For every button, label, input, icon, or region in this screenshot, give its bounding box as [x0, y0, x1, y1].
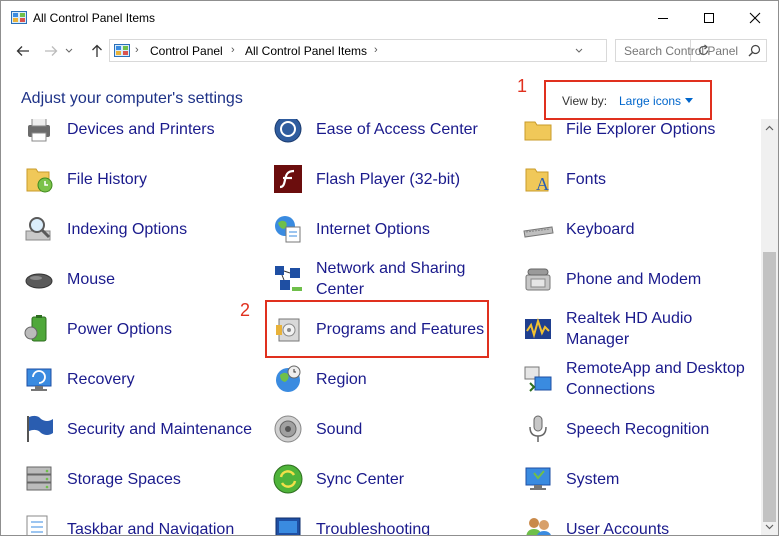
folder-options-icon [522, 119, 554, 145]
item-label: Recovery [67, 371, 135, 388]
recent-locations-button[interactable] [63, 40, 75, 62]
breadcrumb-all-items[interactable]: All Control Panel Items [245, 44, 367, 58]
item-label: Speech Recognition [566, 421, 710, 438]
item-label: Devices and Printers [67, 121, 215, 138]
mouse-icon [23, 263, 55, 295]
item-label: File History [67, 171, 148, 188]
chevron-down-icon [65, 48, 73, 53]
sync-icon [272, 463, 304, 495]
address-dropdown-button[interactable] [572, 43, 586, 59]
item-label: Fonts [566, 171, 607, 188]
up-arrow-icon [92, 44, 102, 57]
internet-options-icon [272, 213, 304, 245]
speaker-icon [272, 413, 304, 445]
security-flag-icon [23, 413, 55, 445]
maximize-button[interactable] [686, 1, 732, 35]
breadcrumb-control-panel[interactable]: Control Panel [150, 44, 223, 58]
realtek-icon [522, 313, 554, 345]
indexing-icon [23, 213, 55, 245]
item-label: Realtek HD Audio Manager [566, 310, 693, 348]
item-label: File Explorer Options [566, 121, 716, 138]
page-title: Adjust your computer's settings [21, 90, 243, 107]
search-icon [748, 44, 761, 62]
item-label: User Accounts [566, 521, 670, 536]
item-label: System [566, 471, 620, 488]
maximize-icon [704, 13, 714, 23]
address-row: › Control Panel › All Control Panel Item… [1, 36, 778, 66]
flash-icon [272, 163, 304, 195]
fonts-icon: A [522, 163, 554, 195]
users-icon [522, 513, 554, 535]
scroll-up-button[interactable] [761, 119, 778, 136]
printer-icon [23, 119, 55, 145]
annotation-box-view-by [544, 80, 712, 120]
item-label: Indexing Options [67, 221, 188, 238]
item-label: Sync Center [316, 471, 405, 488]
close-button[interactable] [732, 1, 778, 35]
vertical-scrollbar[interactable] [761, 119, 778, 535]
item-label: Mouse [67, 271, 116, 288]
back-arrow-icon [16, 46, 29, 56]
chevron-up-icon [765, 125, 774, 130]
item-label: Flash Player (32-bit) [316, 171, 461, 188]
control-panel-items: Devices and Printers Ease of Access Cent… [1, 119, 761, 536]
control-panel-icon [114, 44, 130, 57]
chevron-down-icon [575, 48, 583, 53]
storage-icon [23, 463, 55, 495]
scroll-down-button[interactable] [761, 518, 778, 535]
back-button[interactable] [13, 40, 33, 62]
title-bar: All Control Panel Items [1, 1, 778, 35]
item-label: Keyboard [566, 221, 635, 238]
annotation-number-1: 1 [517, 76, 528, 96]
item-label: Power Options [67, 321, 172, 338]
control-panel-icon [11, 11, 27, 24]
remoteapp-icon [522, 363, 554, 395]
minimize-button[interactable] [640, 1, 686, 35]
item-label: Ease of Access Center [316, 121, 478, 138]
item-label: Programs and Features [316, 321, 485, 338]
forward-button[interactable] [41, 40, 61, 62]
search-input[interactable]: Search Control Panel [615, 39, 767, 62]
item-label: Phone and Modem [566, 271, 702, 288]
window-title: All Control Panel Items [33, 11, 156, 25]
keyboard-icon [522, 213, 554, 245]
system-icon [522, 463, 554, 495]
network-icon [272, 263, 304, 295]
item-label: Security and Maintenance [67, 421, 252, 438]
up-button[interactable] [87, 40, 107, 62]
file-history-icon [23, 163, 55, 195]
microphone-icon [522, 413, 554, 445]
taskbar-icon [23, 513, 55, 535]
forward-arrow-icon [45, 46, 58, 56]
item-label: Network and Sharing Center [316, 260, 466, 298]
search-placeholder: Search Control Panel [624, 44, 739, 58]
close-icon [749, 12, 761, 24]
item-label: RemoteApp and Desktop Connections [566, 360, 745, 398]
item-label: Internet Options [316, 221, 430, 238]
programs-icon [272, 313, 304, 345]
address-bar[interactable]: › Control Panel › All Control Panel Item… [109, 39, 708, 62]
recovery-icon [23, 363, 55, 395]
item-label: Sound [316, 421, 363, 438]
svg-text:A: A [536, 174, 549, 194]
item-label: Troubleshooting [316, 521, 431, 536]
item-label: Region [316, 371, 367, 388]
breadcrumb-separator: › [135, 44, 139, 56]
item-label: Taskbar and Navigation [67, 521, 235, 536]
region-icon [272, 363, 304, 395]
troubleshooting-icon [272, 513, 304, 535]
power-icon [23, 313, 55, 345]
item-label: Storage Spaces [67, 471, 181, 488]
chevron-down-icon [765, 524, 774, 529]
phone-icon [522, 263, 554, 295]
control-panel-window: All Control Panel Items › Control Panel … [0, 0, 779, 536]
minimize-icon [658, 18, 668, 19]
breadcrumb-separator: › [231, 44, 235, 56]
scrollbar-thumb[interactable] [763, 252, 776, 522]
breadcrumb-separator: › [374, 44, 378, 56]
ease-of-access-icon [272, 119, 304, 145]
